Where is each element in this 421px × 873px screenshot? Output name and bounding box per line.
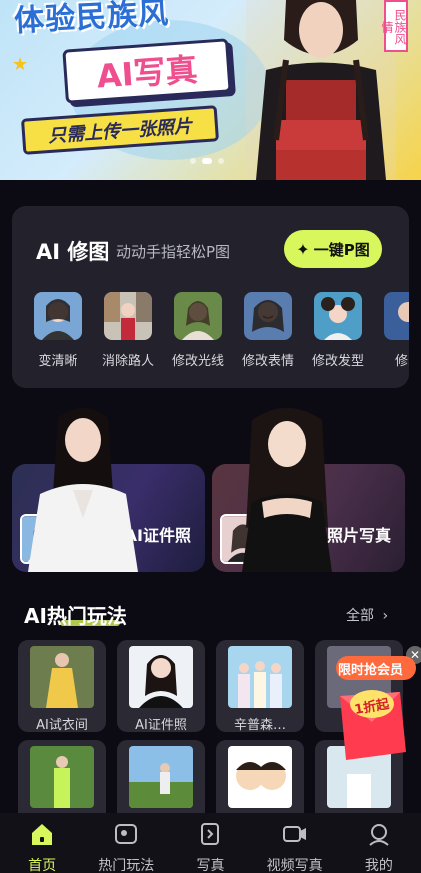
retouch-tools: 变清晰 消除路人 修改光线 修改表情 修改发型 修 <box>34 292 409 369</box>
retouch-title: AI 修图 <box>36 240 110 264</box>
tool-light[interactable]: 修改光线 <box>172 292 224 369</box>
tool-more[interactable]: 修改 <box>384 292 409 369</box>
id-photo-image <box>129 646 193 708</box>
group-photo-image <box>228 646 292 708</box>
nav-video[interactable]: 视频写真 <box>257 821 333 873</box>
star-icon: ★ <box>12 54 29 75</box>
bottom-nav: 首页 热门玩法 写真 视频写真 我的 <box>0 813 421 873</box>
smile-portrait-thumb-icon <box>244 292 292 340</box>
video-icon <box>282 826 306 842</box>
promo-banner[interactable]: 体验民族风 ★ AI写真 只需上传一张照片 民族风情 <box>0 0 421 180</box>
cartoon-image <box>228 746 292 808</box>
ai-retouch-card: AI 修图 动动手指轻松P图 ✦ 一键P图 变清晰 消除路人 修改光线 修改表情… <box>12 206 409 388</box>
outdoor-portrait-thumb-icon <box>174 292 222 340</box>
tool-remove-passerby[interactable]: 消除路人 <box>102 292 154 369</box>
hair-portrait-thumb-icon <box>314 292 362 340</box>
portrait-thumb-icon <box>384 292 409 340</box>
hot-item-label: AI试衣间 <box>36 718 88 732</box>
nav-hot[interactable]: 热门玩法 <box>88 821 164 873</box>
retouch-subtitle: 动动手指轻松P图 <box>116 243 231 261</box>
profile-icon <box>369 824 389 846</box>
landscape-image <box>129 746 193 808</box>
id-photo-model-image <box>28 408 138 572</box>
street-portrait-thumb-icon <box>104 292 152 340</box>
banner-side-tag: 民族风情 <box>380 0 408 52</box>
home-icon <box>32 824 53 845</box>
carousel-dot <box>218 158 224 164</box>
portrait-thumb-icon <box>34 292 82 340</box>
banner-ai-title: AI写真 <box>62 38 232 104</box>
hot-section-title: AI热门玩法 <box>24 604 127 628</box>
tool-hairstyle[interactable]: 修改发型 <box>312 292 364 369</box>
banner-model-image <box>246 0 396 180</box>
tool-label: 修改表情 <box>241 354 294 369</box>
app-page: 体验民族风 ★ AI写真 只需上传一张照片 民族风情 AI 修图 动动手指轻松P… <box>0 0 421 873</box>
hot-item-simpsons[interactable]: 辛普森… <box>216 640 304 732</box>
nav-label: 我的 <box>364 858 393 873</box>
hot-icon <box>115 824 138 844</box>
tool-label: 修改光线 <box>171 354 224 369</box>
carousel-dot <box>190 158 196 164</box>
hot-item-try-on[interactable]: AI试衣间 <box>18 640 106 732</box>
nav-label: 写真 <box>196 858 225 873</box>
portrait-icon <box>201 823 220 845</box>
tool-expression[interactable]: 修改表情 <box>242 292 294 369</box>
nav-label: 首页 <box>28 858 57 873</box>
tool-label: 消除路人 <box>101 354 154 369</box>
carousel-dots <box>190 158 224 164</box>
vip-promo-badge[interactable]: 限时抢会员 1折起 <box>320 656 416 764</box>
hot-item-label: 辛普森… <box>233 718 286 732</box>
portrait-model-image <box>242 408 332 572</box>
tool-label: 修改 <box>394 354 409 369</box>
outdoor-image <box>30 746 94 808</box>
one-key-p-button[interactable]: ✦ 一键P图 <box>284 230 382 268</box>
tool-label: 修改发型 <box>311 354 364 369</box>
nav-profile[interactable]: 我的 <box>341 821 417 873</box>
tool-enhance[interactable]: 变清晰 <box>34 292 82 369</box>
promo-label: 限时抢会员 <box>338 663 404 678</box>
try-on-image <box>30 646 94 708</box>
chevron-right-icon: › <box>382 608 389 624</box>
nav-home[interactable]: 首页 <box>4 821 80 873</box>
nav-portrait[interactable]: 写真 <box>172 821 248 873</box>
tool-label: 变清晰 <box>38 354 78 369</box>
hot-item-label: AI证件照 <box>135 718 187 732</box>
carousel-dot-active <box>202 158 212 164</box>
nav-label: 热门玩法 <box>98 858 155 873</box>
nav-label: 视频写真 <box>266 858 323 873</box>
magic-wand-icon: ✦ <box>296 239 310 259</box>
hot-item-id-photo[interactable]: AI证件照 <box>117 640 205 732</box>
view-all-link[interactable]: 全部 › <box>346 605 388 625</box>
one-key-label: 一键P图 <box>313 240 370 259</box>
view-all-label: 全部 <box>346 608 374 624</box>
